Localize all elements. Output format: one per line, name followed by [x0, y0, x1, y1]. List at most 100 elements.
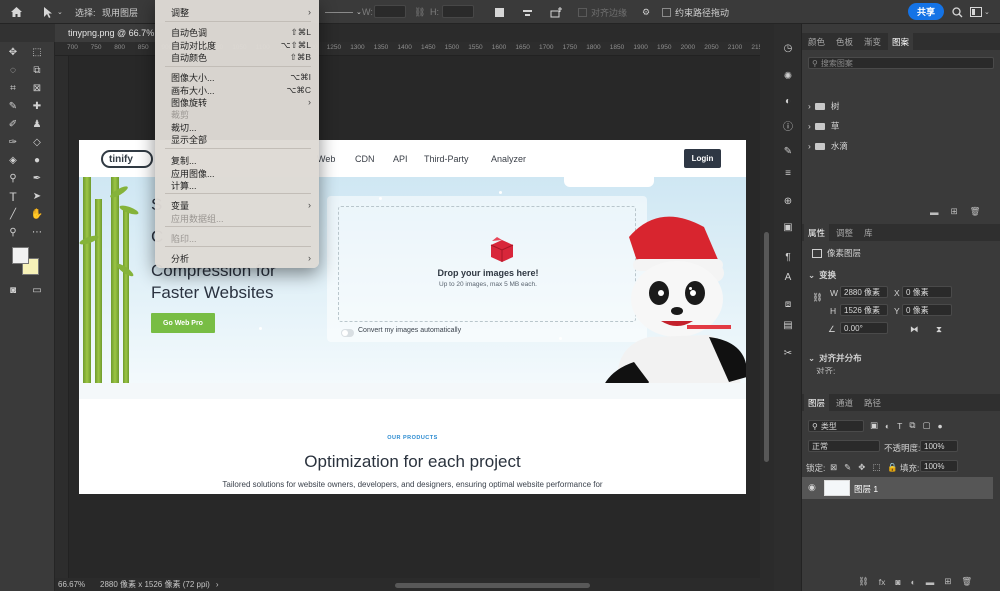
- move-tool-icon[interactable]: ✥: [6, 46, 20, 59]
- dodge-tool-icon[interactable]: ⚲: [6, 172, 20, 185]
- home-icon[interactable]: [10, 0, 23, 24]
- layer-row[interactable]: ◉ 图层 1: [802, 477, 993, 499]
- transform-section[interactable]: ⌄ 变换: [808, 269, 836, 281]
- link-dimensions-icon[interactable]: ⛓: [812, 292, 823, 303]
- adjustment-layer-icon[interactable]: ◐: [911, 577, 916, 587]
- smart-object-filter-icon[interactable]: ▢: [922, 420, 930, 431]
- line-tool-icon[interactable]: ╱: [6, 208, 20, 221]
- screen-mode-icon[interactable]: ▭: [30, 284, 44, 297]
- delete-icon[interactable]: 🗑: [970, 206, 981, 217]
- stroke-style-dropdown[interactable]: ⌄: [325, 0, 362, 24]
- workspace-icon[interactable]: ⌄: [970, 0, 990, 24]
- eye-icon[interactable]: ◉: [808, 482, 816, 493]
- tab-libraries[interactable]: 库: [864, 224, 873, 241]
- brush-tool-icon[interactable]: ✐: [6, 118, 20, 131]
- width-value-field[interactable]: 2880 像素: [840, 286, 888, 298]
- adjustments-icon[interactable]: ≡: [781, 166, 795, 180]
- gear-icon[interactable]: ⚙: [642, 0, 650, 24]
- flip-vertical-icon[interactable]: ⧗: [936, 324, 942, 335]
- glyphs-icon[interactable]: ⧈: [781, 297, 795, 311]
- menu-item[interactable]: 自动颜色 ⇧⌘B: [171, 51, 311, 63]
- hand-tool-icon[interactable]: ✋: [30, 208, 44, 221]
- menu-item[interactable]: 变量 ›: [171, 199, 311, 211]
- tool-presets-icon[interactable]: ✂: [781, 346, 795, 360]
- history-brush-icon[interactable]: ✑: [6, 136, 20, 149]
- character-icon[interactable]: A: [781, 270, 795, 284]
- new-pattern-icon[interactable]: ⊞: [951, 206, 958, 217]
- menu-item[interactable]: 图像大小... ⌥⌘I: [171, 71, 311, 83]
- delete-icon[interactable]: 🗑: [961, 576, 972, 587]
- menu-item[interactable]: 显示全部: [171, 133, 311, 145]
- constrain-path-checkbox[interactable]: 约束路径拖动: [662, 0, 729, 24]
- pattern-folder-trees[interactable]: › 树: [808, 100, 839, 112]
- tab-color[interactable]: 颜色: [808, 33, 825, 50]
- align-edges-checkbox[interactable]: 对齐边缘: [578, 0, 627, 24]
- new-group-icon[interactable]: ▬: [926, 577, 935, 587]
- notes-icon[interactable]: ▤: [781, 318, 795, 332]
- color-wheel-icon[interactable]: ✺: [781, 69, 795, 83]
- y-value-field[interactable]: 0 像素: [902, 304, 952, 316]
- fx-icon[interactable]: fx: [879, 577, 886, 587]
- width-field[interactable]: [374, 5, 406, 18]
- chevron-right-icon[interactable]: ›: [216, 580, 219, 589]
- pattern-folder-grass[interactable]: › 草: [808, 120, 839, 132]
- brushes-icon[interactable]: ✎: [781, 144, 795, 158]
- select-layer-dropdown[interactable]: 现用图层: [102, 0, 138, 24]
- history-icon[interactable]: ◷: [781, 41, 795, 55]
- paragraph-icon[interactable]: ¶: [781, 250, 795, 264]
- link-icon[interactable]: ⛓: [414, 0, 425, 24]
- tab-paths[interactable]: 路径: [864, 394, 881, 411]
- clone-source-icon[interactable]: ⊕: [781, 194, 795, 208]
- opacity-field[interactable]: 100%: [920, 440, 958, 452]
- lasso-tool-icon[interactable]: ◌: [6, 64, 20, 77]
- path-alignment-icon[interactable]: [522, 0, 533, 24]
- menu-item[interactable]: 自动色调 ⇧⌘L: [171, 26, 311, 38]
- type-tool-icon[interactable]: T: [6, 190, 20, 204]
- align-distribute-section[interactable]: ⌄ 对齐并分布: [808, 352, 862, 364]
- tab-channels[interactable]: 通道: [836, 394, 853, 411]
- artboard-tool-icon[interactable]: ⬚: [30, 46, 44, 59]
- flip-horizontal-icon[interactable]: ⧓: [910, 324, 919, 335]
- menu-item[interactable]: 自动对比度 ⌥⇧⌘L: [171, 39, 311, 51]
- lock-position-icon[interactable]: ✥: [858, 462, 865, 473]
- vertical-scroll-thumb[interactable]: [764, 232, 769, 462]
- tab-adjustments[interactable]: 调整: [836, 224, 853, 241]
- eraser-tool-icon[interactable]: ◇: [30, 136, 44, 149]
- layer-mask-icon[interactable]: ◙: [895, 577, 900, 587]
- quick-mask-icon[interactable]: ◙: [6, 284, 20, 297]
- menu-item[interactable]: 计算...: [171, 179, 311, 191]
- brush-settings-icon[interactable]: ◐: [781, 94, 795, 108]
- type-filter-icon[interactable]: T: [897, 421, 902, 431]
- menu-item[interactable]: 调整 ›: [171, 6, 311, 18]
- path-operations-icon[interactable]: [494, 0, 505, 24]
- height-field[interactable]: [442, 5, 474, 18]
- lock-transparent-icon[interactable]: ⊠: [830, 462, 837, 473]
- search-icon[interactable]: [952, 0, 963, 24]
- horizontal-scroll-thumb[interactable]: [395, 583, 590, 588]
- angle-field[interactable]: 0.00°: [840, 322, 888, 334]
- document-tab[interactable]: tinypng.png @ 66.7%: [55, 24, 155, 42]
- stamp-tool-icon[interactable]: ♟: [30, 118, 44, 131]
- crop-tool-icon[interactable]: ⌗: [6, 82, 20, 95]
- healing-brush-icon[interactable]: ✚: [30, 100, 44, 113]
- height-value-field[interactable]: 1526 像素: [840, 304, 888, 316]
- foreground-color-swatch[interactable]: [12, 247, 29, 264]
- vertical-scrollbar[interactable]: [760, 42, 774, 578]
- artboard-lock-icon[interactable]: ⬚: [872, 462, 880, 473]
- tab-swatches[interactable]: 色板: [836, 33, 853, 50]
- tab-gradients[interactable]: 渐变: [864, 33, 881, 50]
- blend-mode-dropdown[interactable]: 正常: [808, 440, 880, 452]
- fill-field[interactable]: 100%: [920, 460, 958, 472]
- more-tools-icon[interactable]: ⋯: [30, 226, 44, 239]
- libraries-icon[interactable]: ▣: [781, 220, 795, 234]
- blur-tool-icon[interactable]: ●: [30, 154, 44, 167]
- frame-tool-icon[interactable]: ⊠: [30, 82, 44, 95]
- object-select-tool-icon[interactable]: ⧉: [30, 64, 44, 77]
- tab-properties[interactable]: 属性: [804, 224, 830, 241]
- menu-item[interactable]: 裁切...: [171, 121, 311, 133]
- tab-layers[interactable]: 图层: [804, 394, 830, 411]
- filter-toggle-icon[interactable]: ●: [937, 421, 942, 431]
- info-icon[interactable]: ⓘ: [781, 118, 795, 133]
- tab-patterns[interactable]: 图案: [888, 33, 914, 50]
- new-group-icon[interactable]: ▬: [930, 207, 939, 217]
